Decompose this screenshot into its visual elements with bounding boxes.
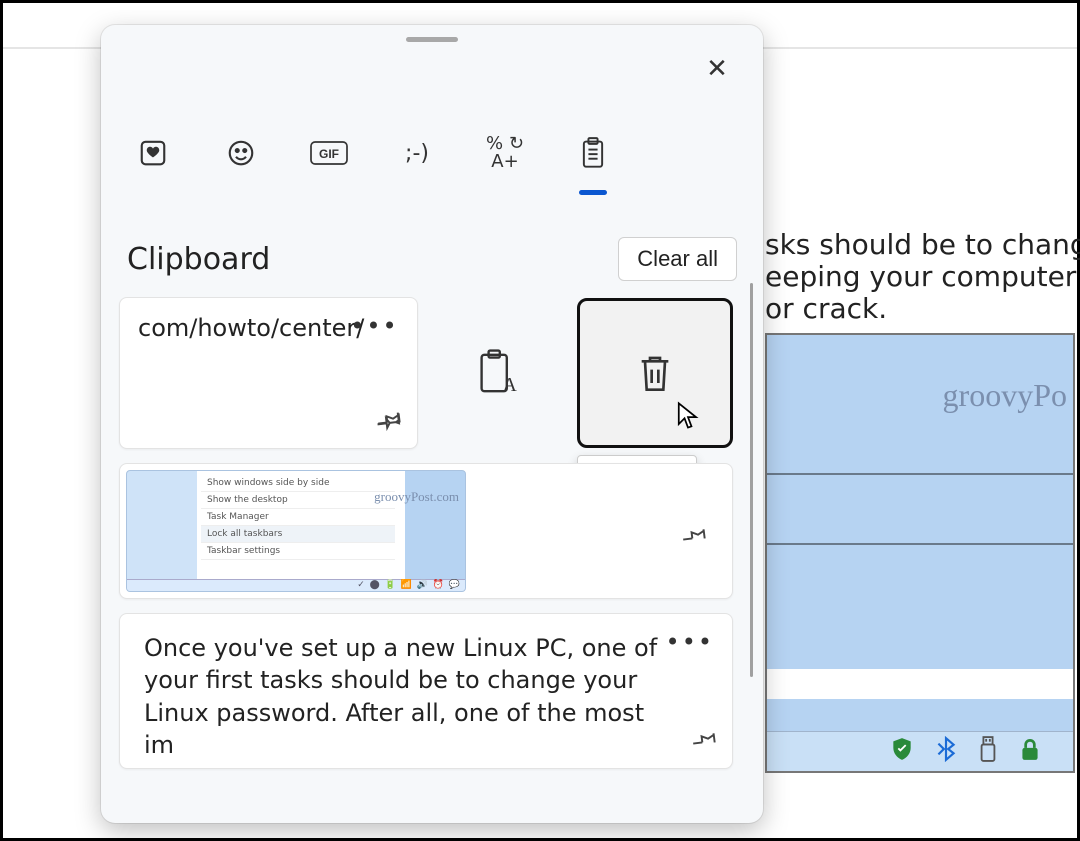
pin-button[interactable] [692, 726, 718, 756]
svg-text:A: A [503, 375, 517, 396]
system-tray [889, 735, 1061, 770]
bluetooth-tray-icon[interactable] [933, 736, 959, 769]
svg-text:GIF: GIF [319, 147, 339, 161]
kaomoji-tab[interactable]: ;-) [393, 129, 441, 177]
mouse-cursor-icon [676, 401, 700, 435]
clip-image-thumbnail: Show windows side by side Show the deskt… [126, 470, 466, 592]
clipboard-item-1-row: com/howto/center/ ••• A [119, 297, 733, 449]
clipboard-item-image[interactable]: Show windows side by side Show the deskt… [119, 463, 733, 599]
section-title: Clipboard [127, 242, 270, 277]
bg-line-2: eeping your computer sec [765, 260, 1080, 293]
clipboard-item-text[interactable]: Once you've set up a new Linux PC, one o… [119, 613, 733, 769]
clear-all-button[interactable]: Clear all [618, 237, 737, 281]
emoji-tab[interactable] [217, 129, 265, 177]
kaomoji-label: ;-) [405, 141, 429, 166]
gif-tab[interactable]: GIF [305, 129, 353, 177]
panel-drag-handle[interactable] [406, 37, 458, 42]
scroll-track[interactable] [750, 283, 753, 677]
pin-button[interactable] [682, 522, 708, 552]
lock-tray-icon[interactable] [1017, 736, 1043, 769]
viewport-frame: sks should be to change y eeping your co… [0, 0, 1080, 841]
page-embedded-image: groovyPo [765, 333, 1075, 773]
favorites-emoji-tab[interactable] [129, 129, 177, 177]
watermark-text: groovyPo [943, 377, 1067, 414]
page-body-text: sks should be to change y eeping your co… [765, 229, 1080, 326]
clipboard-panel: ✕ GIF ;-) % ↻ A+ Clipboard [101, 25, 763, 823]
usb-tray-icon[interactable] [977, 735, 999, 770]
delete-action[interactable]: Delete [577, 297, 733, 449]
panel-tabs: GIF ;-) % ↻ A+ [129, 129, 617, 177]
security-tray-icon[interactable] [889, 736, 915, 769]
clip-text-content: Once you've set up a new Linux PC, one o… [120, 614, 732, 762]
pin-button[interactable] [377, 406, 403, 436]
clipboard-items: com/howto/center/ ••• A [119, 297, 733, 769]
clipboard-item-text[interactable]: com/howto/center/ ••• [119, 297, 418, 449]
clipboard-tab[interactable] [569, 129, 617, 177]
close-icon: ✕ [706, 54, 728, 84]
bg-line-3: or crack. [765, 292, 887, 325]
bg-line-1: sks should be to change y [765, 228, 1080, 261]
item-more-button[interactable]: ••• [666, 628, 714, 656]
paste-as-text-action[interactable]: A [420, 297, 575, 449]
close-button[interactable]: ✕ [697, 49, 737, 89]
item-more-button[interactable]: ••• [350, 312, 398, 340]
symbols-tab[interactable]: % ↻ A+ [481, 129, 529, 177]
